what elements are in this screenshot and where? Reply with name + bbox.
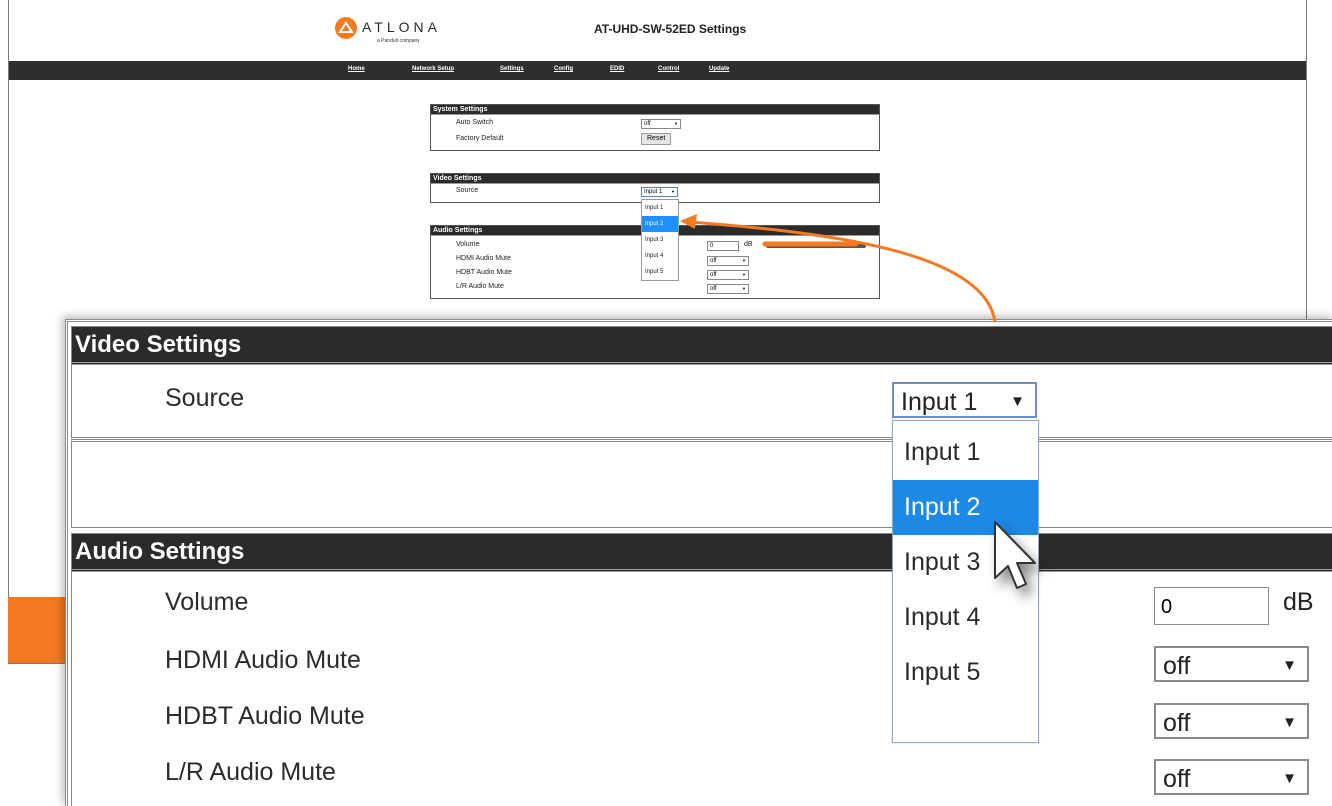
lr-audio-mute-label: L/R Audio Mute <box>456 283 504 290</box>
zoom-source-option-input-4[interactable]: Input 4 <box>893 590 1038 645</box>
source-select[interactable]: Input 1 ▼ <box>641 187 678 197</box>
auto-switch-label: Auto Switch <box>456 119 493 126</box>
source-option-input-2[interactable]: Input 2 <box>642 216 678 232</box>
hdmi-audio-mute-select[interactable]: off ▼ <box>707 256 749 266</box>
chevron-down-icon: ▼ <box>1010 393 1025 410</box>
source-option-input-5[interactable]: Input 5 <box>642 264 678 280</box>
zoom-lr-audio-mute-select[interactable]: off ▼ <box>1154 759 1309 795</box>
source-select-value: Input 1 <box>644 189 663 195</box>
volume-slider[interactable] <box>766 244 866 248</box>
zoom-hdmi-audio-mute-value: off <box>1163 652 1191 680</box>
source-option-input-4[interactable]: Input 4 <box>642 248 678 264</box>
zoom-video-settings-panel: Video Settings Source <box>71 326 1332 438</box>
zoom-video-settings-heading: Video Settings <box>72 327 1332 365</box>
lr-audio-mute-select[interactable]: off ▼ <box>707 284 749 294</box>
system-settings-panel: System Settings Auto Switch off ▼ Factory… <box>430 104 880 151</box>
chevron-down-icon: ▼ <box>1282 770 1297 787</box>
source-option-input-1[interactable]: Input 1 <box>642 200 678 216</box>
mouse-cursor-icon <box>994 521 1036 589</box>
source-option-input-3[interactable]: Input 3 <box>642 232 678 248</box>
zoom-hdbt-audio-mute-value: off <box>1163 709 1191 737</box>
zoom-source-select[interactable]: Input 1 ▼ <box>892 382 1037 418</box>
zoom-callout: Video Settings Source Audio Settings Vol… <box>65 319 1332 806</box>
lr-audio-mute-value: off <box>710 286 717 292</box>
zoom-source-option-input-5[interactable]: Input 5 <box>893 645 1038 700</box>
hdbt-audio-mute-value: off <box>710 272 717 278</box>
accent-block <box>8 597 70 663</box>
zoom-source-label: Source <box>165 384 245 412</box>
video-settings-heading: Video Settings <box>431 174 879 184</box>
brand-subtitle: a Panduit company <box>377 38 420 44</box>
volume-input[interactable]: 0 <box>707 241 739 251</box>
zoom-hdbt-audio-mute-label: HDBT Audio Mute <box>165 702 365 730</box>
chevron-down-icon: ▼ <box>1282 714 1297 731</box>
nav-config[interactable]: Config <box>554 66 573 72</box>
zoom-audio-settings-panel: Audio Settings Volume HDMI Audio Mute HD… <box>71 533 1332 806</box>
atlona-logo-icon <box>335 17 357 39</box>
zoom-lr-audio-mute-label: L/R Audio Mute <box>165 758 336 786</box>
reset-button[interactable]: Reset <box>641 133 672 145</box>
nav-home[interactable]: Home <box>348 66 365 72</box>
chevron-down-icon: ▼ <box>1282 657 1297 674</box>
hdbt-audio-mute-label: HDBT Audio Mute <box>456 269 512 276</box>
zoom-source-select-value: Input 1 <box>901 388 978 416</box>
zoom-hdbt-audio-mute-select[interactable]: off ▼ <box>1154 703 1309 739</box>
page-title: AT-UHD-SW-52ED Settings <box>594 22 747 36</box>
nav-edid[interactable]: EDID <box>610 66 624 72</box>
chevron-down-icon: ▼ <box>742 258 746 263</box>
volume-unit: dB <box>744 241 753 248</box>
zoom-hdmi-audio-mute-select[interactable]: off ▼ <box>1154 646 1309 682</box>
nav-network-setup[interactable]: Network Setup <box>412 66 454 72</box>
hdmi-audio-mute-label: HDMI Audio Mute <box>456 255 511 262</box>
volume-label: Volume <box>456 241 480 248</box>
source-dropdown-list: Input 1 Input 2 Input 3 Input 4 Input 5 <box>641 199 679 281</box>
zoom-spacer <box>71 439 1332 528</box>
zoom-volume-input[interactable]: 0 <box>1154 587 1269 625</box>
chevron-down-icon: ▼ <box>742 286 746 291</box>
auto-switch-value: off <box>644 121 651 127</box>
zoom-hdmi-audio-mute-label: HDMI Audio Mute <box>165 646 361 674</box>
nav-update[interactable]: Update <box>709 66 729 72</box>
nav-bar: Home Network Setup Settings Config EDID … <box>9 61 1306 80</box>
zoom-volume-unit: dB <box>1283 588 1314 616</box>
zoom-source-option-input-1[interactable]: Input 1 <box>893 425 1038 480</box>
hdmi-audio-mute-value: off <box>710 258 717 264</box>
factory-default-label: Factory Default <box>456 135 504 142</box>
nav-control[interactable]: Control <box>658 66 679 72</box>
system-settings-heading: System Settings <box>431 105 879 115</box>
chevron-down-icon: ▼ <box>742 272 746 277</box>
source-label: Source <box>456 187 479 194</box>
zoom-lr-audio-mute-value: off <box>1163 765 1191 793</box>
zoom-volume-label: Volume <box>165 588 249 616</box>
brand-name: ATLONA <box>362 19 441 35</box>
chevron-down-icon: ▼ <box>671 189 675 194</box>
zoom-audio-settings-heading: Audio Settings <box>72 534 1332 572</box>
chevron-down-icon: ▼ <box>674 121 678 126</box>
page-header: ATLONA a Panduit company AT-UHD-SW-52ED … <box>9 0 1306 60</box>
nav-settings[interactable]: Settings <box>500 66 524 72</box>
auto-switch-select[interactable]: off ▼ <box>641 119 681 129</box>
hdbt-audio-mute-select[interactable]: off ▼ <box>707 270 749 280</box>
